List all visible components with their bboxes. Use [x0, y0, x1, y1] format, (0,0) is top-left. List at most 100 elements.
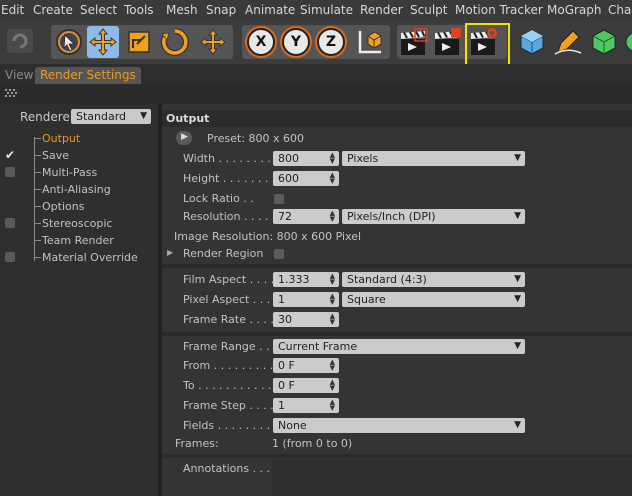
width-unit-select[interactable]: Pixels ▼	[342, 151, 525, 166]
tree-connector	[34, 240, 41, 241]
deformer-icon[interactable]	[622, 26, 632, 58]
width-field[interactable]: 800 ▲ ▼	[273, 151, 339, 166]
scale-icon[interactable]	[123, 26, 155, 58]
tree-item-stereoscopic[interactable]: Stereoscopic	[0, 215, 158, 232]
tree-item-options[interactable]: Options	[0, 198, 158, 215]
pixel-aspect-preset: Square	[347, 293, 386, 306]
menu-simulate[interactable]: Simulate	[300, 3, 353, 17]
film-aspect-select[interactable]: Standard (4:3) ▼	[342, 272, 525, 287]
height-field[interactable]: 600 ▲ ▼	[273, 171, 339, 186]
tree-connector	[34, 223, 41, 224]
subdivision-icon[interactable]	[588, 26, 620, 58]
x-axis-lock-icon[interactable]: X	[245, 26, 277, 58]
frames-label: Frames:	[175, 437, 219, 450]
height-label: Height . . . . . . . . .	[183, 172, 283, 185]
menu-mograph[interactable]: MoGraph	[547, 3, 602, 17]
spinner-icon[interactable]: ▲ ▼	[330, 313, 335, 326]
height-value: 600	[278, 172, 299, 185]
expand-arrow-icon[interactable]: ▶	[167, 248, 173, 257]
spinner-icon[interactable]: ▲ ▼	[330, 399, 335, 412]
cube-icon[interactable]	[516, 26, 548, 58]
spinner-icon[interactable]: ▲ ▼	[330, 293, 335, 306]
from-field[interactable]: 0 F ▲ ▼	[273, 358, 339, 373]
frames-value: 1 (from 0 to 0)	[272, 437, 353, 450]
checkmark-icon[interactable]: ✔	[5, 148, 15, 162]
panel-grip[interactable]	[0, 84, 632, 104]
section-divider	[162, 264, 632, 268]
tree-item-output[interactable]: Output	[0, 130, 158, 147]
tree-item-team-render[interactable]: Team Render	[0, 232, 158, 249]
tree-item-label: Material Override	[42, 251, 138, 264]
menu-character[interactable]: Char	[608, 3, 632, 17]
film-aspect-value: 1.333	[278, 273, 310, 286]
frame-rate-value: 30	[278, 313, 292, 326]
y-axis-label: Y	[282, 28, 310, 56]
tree-item-anti-aliasing[interactable]: Anti-Aliasing	[0, 181, 158, 198]
section-title: Output	[166, 112, 210, 125]
world-coordinates-icon[interactable]	[353, 26, 385, 58]
from-value: 0 F	[278, 359, 295, 372]
move-all-icon[interactable]	[197, 26, 229, 58]
lock-ratio-checkbox[interactable]	[274, 194, 284, 204]
rotate-icon[interactable]	[159, 26, 191, 58]
move-icon[interactable]	[87, 26, 119, 58]
tree-item-material-override[interactable]: Material Override	[0, 249, 158, 266]
spinner-icon[interactable]: ▲ ▼	[330, 172, 335, 185]
spinner-icon[interactable]: ▲ ▼	[330, 359, 335, 372]
tree-item-label: Multi-Pass	[42, 166, 98, 179]
menu-mesh[interactable]: Mesh	[166, 3, 198, 17]
menu-edit[interactable]: Edit	[1, 3, 24, 17]
fields-select[interactable]: None ▼	[273, 418, 525, 433]
menu-create[interactable]: Create	[33, 3, 73, 17]
tree-item-label: Stereoscopic	[42, 217, 113, 230]
menu-render[interactable]: Render	[360, 3, 403, 17]
annotations-textarea[interactable]	[272, 459, 632, 496]
render-to-picture-viewer-icon[interactable]	[432, 26, 464, 58]
render-region-label: Render Region	[183, 247, 264, 260]
render-region-checkbox[interactable]	[274, 249, 284, 259]
undo-icon[interactable]	[4, 25, 36, 57]
chevron-down-icon: ▼	[514, 211, 521, 221]
menu-select[interactable]: Select	[80, 3, 117, 17]
frame-rate-field[interactable]: 30 ▲ ▼	[273, 312, 339, 327]
spinner-icon[interactable]: ▲ ▼	[330, 379, 335, 392]
tree-item-save[interactable]: ✔ Save	[0, 147, 158, 164]
menu-tools[interactable]: Tools	[124, 3, 154, 17]
enable-checkbox[interactable]	[5, 218, 15, 228]
z-axis-lock-icon[interactable]: Z	[315, 26, 347, 58]
tree-connector	[34, 172, 41, 173]
enable-checkbox[interactable]	[5, 252, 15, 262]
pixel-aspect-select[interactable]: Square ▼	[342, 292, 525, 307]
spinner-icon[interactable]: ▲ ▼	[330, 273, 335, 286]
render-view-icon[interactable]	[398, 26, 430, 58]
renderer-select[interactable]: Standard ▼	[71, 109, 151, 124]
live-selection-icon[interactable]	[53, 26, 85, 58]
enable-checkbox[interactable]	[5, 167, 15, 177]
tree-item-multi-pass[interactable]: Multi-Pass	[0, 164, 158, 181]
to-label: To . . . . . . . . . . . . .	[183, 379, 286, 392]
tree-connector	[34, 155, 41, 156]
resolution-unit-select[interactable]: Pixels/Inch (DPI) ▼	[342, 209, 525, 224]
section-divider	[162, 332, 632, 336]
menu-animate[interactable]: Animate	[245, 3, 295, 17]
pixel-aspect-field[interactable]: 1 ▲ ▼	[273, 292, 339, 307]
renderer-label: Renderer	[20, 110, 75, 124]
frame-step-field[interactable]: 1 ▲ ▼	[273, 398, 339, 413]
film-aspect-field[interactable]: 1.333 ▲ ▼	[273, 272, 339, 287]
tree-item-label: Output	[42, 132, 81, 145]
y-axis-lock-icon[interactable]: Y	[280, 26, 312, 58]
frame-range-label: Frame Range . . . .	[183, 340, 284, 353]
menu-motion-tracker[interactable]: Motion Tracker	[455, 3, 543, 17]
chevron-down-icon: ▼	[514, 274, 521, 284]
fields-label: Fields . . . . . . . . .	[183, 419, 278, 432]
spinner-icon[interactable]: ▲ ▼	[330, 210, 335, 223]
to-field[interactable]: 0 F ▲ ▼	[273, 378, 339, 393]
resolution-field[interactable]: 72 ▲ ▼	[273, 209, 339, 224]
tree-connector	[34, 138, 41, 139]
preset-button[interactable]: ▶	[176, 131, 192, 145]
menu-sculpt[interactable]: Sculpt	[410, 3, 447, 17]
spinner-icon[interactable]: ▲ ▼	[330, 152, 335, 165]
frame-range-select[interactable]: Current Frame ▼	[273, 339, 525, 354]
pen-icon[interactable]	[552, 26, 584, 58]
menu-snap[interactable]: Snap	[206, 3, 236, 17]
